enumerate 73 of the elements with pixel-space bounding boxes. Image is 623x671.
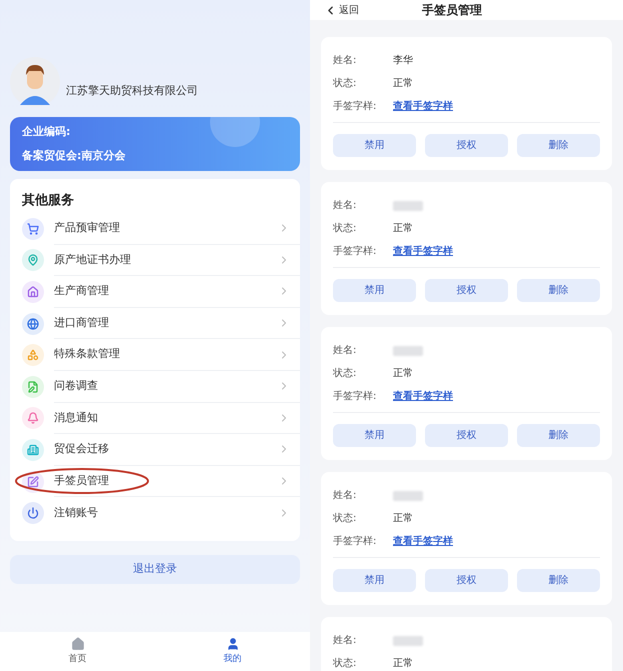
user-icon xyxy=(226,636,240,651)
action-button[interactable]: 禁用 xyxy=(333,134,416,157)
action-button[interactable]: 禁用 xyxy=(333,569,416,592)
redacted-name xyxy=(393,490,423,500)
service-label: 产品预审管理 xyxy=(54,220,121,236)
services-title: 其他服务 xyxy=(22,192,74,210)
sample-link[interactable]: 查看手签字样 xyxy=(393,534,453,549)
field-label: 状态: xyxy=(333,76,358,91)
service-label: 生产商管理 xyxy=(54,283,110,300)
avatar xyxy=(10,57,60,107)
enterprise-code-label: 企业编码: xyxy=(22,124,70,140)
field-label: 姓名: xyxy=(333,634,358,648)
service-label: 问卷调查 xyxy=(54,378,99,394)
field-label: 手签字样: xyxy=(333,100,378,114)
field-label: 姓名: xyxy=(333,199,358,213)
service-label: 贸促会迁移 xyxy=(54,441,110,458)
nav-tab[interactable]: 我的 xyxy=(155,632,310,671)
action-button[interactable]: 授权 xyxy=(425,569,508,592)
service-item[interactable]: 消息通知 xyxy=(10,402,300,434)
field-label: 姓名: xyxy=(333,344,358,358)
service-item[interactable]: 贸促会迁移 xyxy=(10,434,300,466)
service-item[interactable]: 进口商管理 xyxy=(10,308,300,340)
field-label: 手签字样: xyxy=(333,390,378,404)
signer-name: 李华 xyxy=(393,54,413,68)
field-label: 姓名: xyxy=(333,489,358,503)
action-button[interactable]: 授权 xyxy=(425,279,508,302)
service-label: 消息通知 xyxy=(54,410,99,426)
service-item[interactable]: 产品预审管理 xyxy=(10,213,300,245)
action-button[interactable]: 删除 xyxy=(517,134,600,157)
field-label: 姓名: xyxy=(333,54,358,68)
signer-status: 正常 xyxy=(393,76,413,91)
service-label: 手签员管理 xyxy=(54,472,110,489)
service-label: 进口商管理 xyxy=(54,314,110,331)
company-name: 江苏擎天助贸科技有限公司 xyxy=(66,82,198,98)
service-label: 注销账号 xyxy=(54,504,99,521)
action-button[interactable]: 删除 xyxy=(517,279,600,302)
field-label: 状态: xyxy=(333,656,358,671)
back-button[interactable]: 返回 xyxy=(324,2,359,18)
service-item[interactable]: 手签员管理 xyxy=(10,466,300,498)
service-item[interactable]: 问卷调查 xyxy=(10,370,300,403)
logout-button[interactable]: 退出登录 xyxy=(10,554,300,584)
sample-link[interactable]: 查看手签字样 xyxy=(393,99,453,114)
field-label: 手签字样: xyxy=(333,244,378,259)
service-label: 原产地证书办理 xyxy=(54,252,132,268)
field-label: 状态: xyxy=(333,222,358,236)
action-button[interactable]: 禁用 xyxy=(333,279,416,302)
service-item[interactable]: 注销账号 xyxy=(10,497,300,529)
redacted-name xyxy=(393,346,423,356)
sample-link[interactable]: 查看手签字样 xyxy=(393,244,453,259)
field-label: 状态: xyxy=(333,512,358,526)
signer-status: 正常 xyxy=(393,222,413,236)
sample-link[interactable]: 查看手签字样 xyxy=(393,389,453,404)
action-button[interactable]: 授权 xyxy=(425,134,508,157)
signer-status: 正常 xyxy=(393,512,413,526)
service-item[interactable]: 原产地证书办理 xyxy=(10,244,300,276)
redacted-name xyxy=(393,200,423,210)
action-button[interactable]: 授权 xyxy=(425,424,508,447)
page-title: 手签员管理 xyxy=(422,2,482,19)
field-label: 手签字样: xyxy=(333,534,378,549)
field-label: 状态: xyxy=(333,366,358,381)
signer-status: 正常 xyxy=(393,656,413,671)
chamber-value: 南京分会 xyxy=(81,148,126,164)
home-icon xyxy=(70,636,84,651)
action-button[interactable]: 禁用 xyxy=(333,424,416,447)
service-item[interactable]: 生产商管理 xyxy=(10,276,300,308)
nav-tab[interactable]: 首页 xyxy=(0,632,155,671)
service-item[interactable]: 特殊条款管理 xyxy=(10,339,300,371)
signer-status: 正常 xyxy=(393,366,413,381)
chamber-label: 备案贸促会: xyxy=(22,148,82,164)
action-button[interactable]: 删除 xyxy=(517,569,600,592)
action-button[interactable]: 删除 xyxy=(517,424,600,447)
redacted-name xyxy=(393,636,423,646)
service-label: 特殊条款管理 xyxy=(54,346,121,362)
